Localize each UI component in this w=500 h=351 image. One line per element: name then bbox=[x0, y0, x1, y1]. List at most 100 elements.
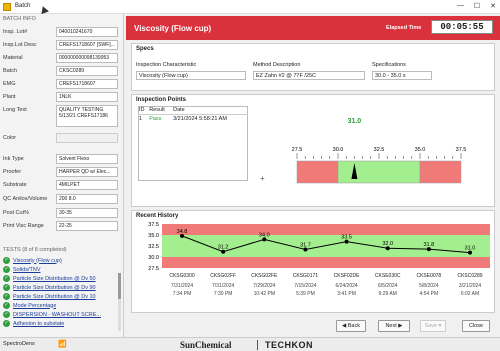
x-batch-label: CKSE0078 bbox=[416, 273, 441, 279]
x-date-label: 6/24/2024 bbox=[335, 283, 357, 289]
check-icon: ✓ bbox=[3, 257, 10, 264]
field-label: Batch bbox=[3, 68, 18, 74]
sunchemical-logo: SunChemical bbox=[180, 340, 232, 350]
check-icon: ✓ bbox=[3, 275, 10, 282]
x-time-label: 10:42 PM bbox=[254, 291, 275, 297]
gauge-tick-label: 37.5 bbox=[456, 147, 467, 153]
test-item[interactable]: ✓ Particle Size Distribution @ Dv 50 bbox=[3, 274, 121, 283]
test-link[interactable]: Mode Percentage bbox=[13, 303, 56, 309]
field-label: Insp. Lot# bbox=[3, 29, 28, 35]
minimize-button[interactable]: — bbox=[457, 2, 464, 9]
elapsed-time-value: 00:05:55 bbox=[431, 20, 493, 34]
x-time-label: 7:34 PM bbox=[173, 291, 192, 297]
field-label: Print Visc Range bbox=[3, 223, 44, 229]
method-label: Method Description bbox=[253, 62, 301, 68]
close-button[interactable]: Close bbox=[462, 320, 490, 332]
x-date-label: 7/31/2024 bbox=[212, 283, 234, 289]
field-label: Post Cut% bbox=[3, 210, 29, 216]
test-item[interactable]: ✓ Solids/TNV bbox=[3, 265, 121, 274]
x-batch-label: CKSG0171 bbox=[293, 273, 319, 279]
test-item[interactable]: ✓ Mode Percentage bbox=[3, 301, 121, 310]
x-batch-label: CKSC0289 bbox=[457, 273, 482, 279]
gauge-tick-label: 35.0 bbox=[415, 147, 426, 153]
history-value-label: 34.0 bbox=[259, 232, 270, 238]
field-label: Plant bbox=[3, 94, 16, 100]
logo-divider bbox=[257, 340, 258, 350]
method-value: EZ Zahn #2 @ 77F /25C bbox=[253, 71, 365, 80]
close-window-button[interactable]: ✕ bbox=[490, 2, 496, 10]
history-value-label: 33.5 bbox=[341, 235, 352, 241]
field-value: HARPER QD w/ Elec... bbox=[56, 167, 118, 177]
field-label: Color bbox=[3, 135, 17, 141]
y-tick-label: 30.0 bbox=[148, 255, 159, 261]
test-link[interactable]: Adhesion to substate bbox=[13, 321, 64, 327]
field-label: Material bbox=[3, 55, 23, 61]
field-value: CKSC0289 bbox=[56, 66, 118, 76]
test-item[interactable]: ✓ Adhesion to substate bbox=[3, 319, 121, 328]
field-value: 040010241670 bbox=[56, 27, 118, 37]
characteristic-value: Viscosity (Flow cup) bbox=[136, 71, 246, 80]
specifications-label: Specifications bbox=[372, 62, 406, 68]
test-link[interactable]: Particle Size Distribution @ Dv 90 bbox=[13, 285, 96, 291]
test-list: ✓ Viscosity (Flow cup) ✓ Solids/TNV ✓ Particl… bbox=[3, 256, 121, 328]
history-value-label: 32.0 bbox=[382, 241, 393, 247]
x-date-label: 7/29/2024 bbox=[253, 283, 275, 289]
test-link[interactable]: Solids/TNV bbox=[13, 267, 41, 273]
field-value: 200 8.0 bbox=[56, 194, 118, 204]
window-title: Batch bbox=[15, 3, 31, 9]
x-date-label: 6/5/2024 bbox=[378, 283, 398, 289]
mouse-cursor-icon bbox=[39, 4, 49, 15]
field-label: Ink Type bbox=[3, 156, 24, 162]
x-time-label: 3:41 PM bbox=[337, 291, 356, 297]
gauge-tick-label: 27.5 bbox=[292, 147, 303, 153]
field-value: QUALITY TESTING 5/13/21 CREFS17186 bbox=[56, 105, 118, 127]
next-button[interactable]: Next ▶ bbox=[378, 320, 410, 332]
field-label: EMG bbox=[3, 81, 16, 87]
field-value: 1NLK bbox=[56, 92, 118, 102]
test-title: Viscosity (Flow cup) bbox=[134, 24, 212, 33]
characteristic-label: Inspection Characteristic bbox=[136, 62, 197, 68]
y-tick-label: 32.5 bbox=[148, 244, 159, 250]
specs-panel: Specs Inspection Characteristic Method D… bbox=[131, 43, 495, 91]
gauge-tick-label: 30.0 bbox=[333, 147, 344, 153]
wifi-icon: 📶 bbox=[58, 341, 67, 348]
test-item[interactable]: ✓ Particle Size Distribution @ Dv 90 bbox=[3, 283, 121, 292]
field-value: 30-35 bbox=[56, 208, 118, 218]
field-label: Insp.Lot Desc bbox=[3, 42, 37, 48]
batch-info-header: BATCH INFO bbox=[3, 16, 36, 22]
batch-info-panel: BATCH INFO Insp. Lot# 040010241670 Insp.Lo… bbox=[0, 14, 124, 337]
check-icon: ✓ bbox=[3, 284, 10, 291]
field-value: 000000000098139953 bbox=[56, 53, 118, 63]
test-link[interactable]: Particle Size Distribution @ Dv 50 bbox=[13, 276, 96, 282]
inspection-points-panel: Inspection Points ID Result Date 1 Pass 3/21… bbox=[131, 94, 495, 207]
back-button[interactable]: ◀ Back bbox=[336, 320, 366, 332]
save-button[interactable]: Save ▾ bbox=[420, 320, 446, 332]
check-icon: ✓ bbox=[3, 266, 10, 273]
test-item[interactable]: ✓ Viscosity (Flow cup) bbox=[3, 256, 121, 265]
test-item[interactable]: ✓ Particle Size Distribution @ Dv 10 bbox=[3, 292, 121, 301]
y-tick-label: 37.5 bbox=[148, 222, 159, 228]
test-link[interactable]: Viscosity (Flow cup) bbox=[13, 258, 62, 264]
field-value: CREFS1718607 bbox=[56, 79, 118, 89]
x-time-label: 9:29 AM bbox=[379, 291, 397, 297]
recent-history-panel: Recent History 37.5 35.0 32.5 30.0 27.5 34.8 3… bbox=[131, 210, 495, 313]
check-icon: ✓ bbox=[3, 302, 10, 309]
history-value-label: 31.7 bbox=[300, 243, 311, 249]
app-icon bbox=[3, 3, 11, 11]
x-date-label: 7/31/2024 bbox=[171, 283, 193, 289]
gauge-value-label: 31.0 bbox=[348, 118, 362, 125]
title-bar: Batch — ☐ ✕ bbox=[0, 0, 500, 15]
x-batch-label: CKSF02DE bbox=[334, 273, 361, 279]
field-label: Proofer bbox=[3, 169, 22, 175]
tests-header: TESTS (8 of 8 completed) bbox=[3, 247, 67, 253]
y-tick-label: 35.0 bbox=[148, 233, 159, 239]
maximize-button[interactable]: ☐ bbox=[474, 2, 480, 10]
gauge-low-zone bbox=[296, 160, 339, 184]
x-time-label: 4:54 PM bbox=[420, 291, 439, 297]
x-batch-label: CKSG02FF bbox=[210, 273, 236, 279]
test-link[interactable]: DISPERSION - WASHOUT SCRE... bbox=[13, 312, 101, 318]
test-item[interactable]: ✓ DISPERSION - WASHOUT SCRE... bbox=[3, 310, 121, 319]
test-link[interactable]: Particle Size Distribution @ Dv 10 bbox=[13, 294, 96, 300]
field-label: QC Anilox/Volume bbox=[3, 196, 48, 202]
test-list-scrollbar[interactable] bbox=[118, 273, 121, 331]
